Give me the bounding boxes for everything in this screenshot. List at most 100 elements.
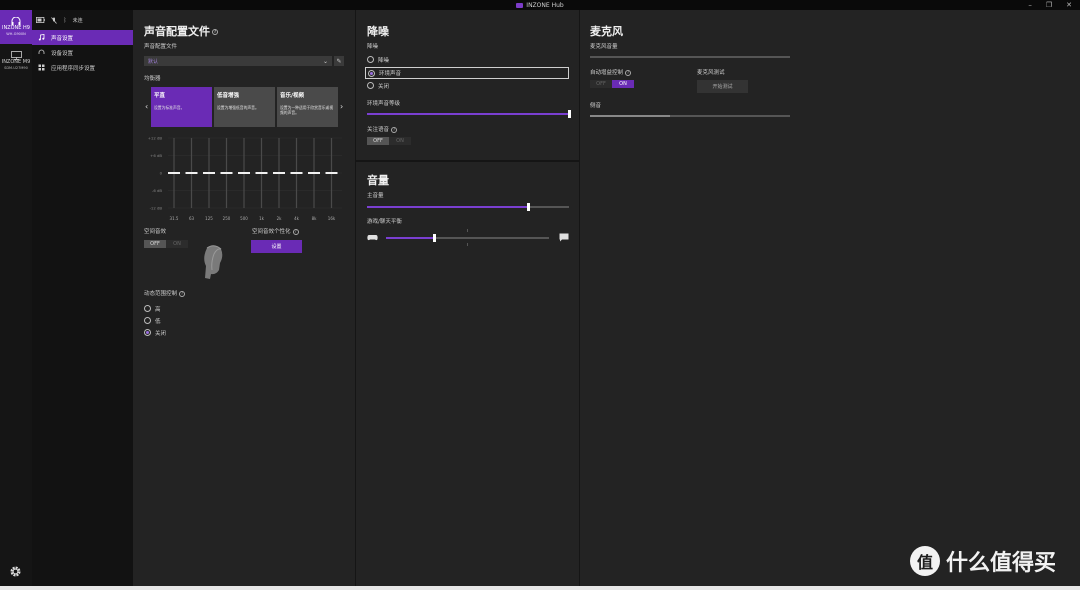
eq-freq-label: 63 — [189, 216, 195, 221]
slider-knob[interactable] — [567, 110, 571, 118]
nc-option-off[interactable]: 关闭 — [367, 81, 389, 90]
eq-band-knob[interactable] — [325, 172, 338, 174]
drc-label-text: 动态范围控制 — [144, 291, 178, 297]
nc-option-nc[interactable]: 降噪 — [367, 55, 389, 64]
app-logo-icon — [516, 2, 524, 8]
pencil-icon: ✎ — [336, 57, 342, 65]
toggle-on: ON — [389, 137, 411, 145]
eq-db-label: -12 dB — [150, 206, 163, 211]
toggle-off: OFF — [144, 240, 166, 248]
nav-device-settings[interactable]: 设备设置 — [32, 45, 133, 60]
radio-label: 低 — [155, 318, 161, 325]
section-divider — [356, 160, 579, 162]
mic-title: 麦克风 — [590, 25, 623, 38]
drc-option-high[interactable]: 高 — [144, 304, 161, 313]
edit-profile-button[interactable]: ✎ — [334, 56, 344, 66]
eq-band-knob[interactable] — [308, 172, 320, 174]
preset-prev-button[interactable]: ‹ — [145, 102, 148, 111]
equalizer-graph: +12 dB +6 dB 0 -6 dB -12 dB 31.5 63 125 250 500 1k… — [148, 136, 342, 221]
eq-band-knob[interactable] — [168, 172, 180, 174]
preset-next-button[interactable]: › — [340, 102, 343, 111]
nc-option-ambient[interactable]: 环境声音 — [365, 67, 569, 79]
help-icon[interactable]: ? — [625, 69, 632, 76]
mic-volume-slider[interactable] — [590, 56, 790, 58]
help-icon[interactable]: ? — [212, 29, 218, 35]
focus-voice-toggle[interactable]: OFF ON — [367, 137, 411, 145]
help-icon[interactable]: ? — [292, 228, 299, 235]
preset-music-video[interactable]: 音乐/视频 设置为一种适用于欣赏音乐或视频的声音。 — [277, 87, 338, 127]
nav-app-sync-settings[interactable]: 应用程序同步设置 — [32, 60, 133, 75]
drc-label: 动态范围控制? — [144, 289, 186, 297]
help-icon[interactable]: ? — [391, 126, 398, 133]
eq-db-label: +12 dB — [148, 136, 163, 141]
auto-gain-toggle[interactable]: OFF ON — [590, 80, 634, 88]
auto-gain-text: 自动增益控制 — [590, 70, 624, 76]
auto-gain-label: 自动增益控制? — [590, 68, 632, 76]
device-bar: INZONE H9 WH-G900N INZONE M9 SDM-U27M90 — [0, 10, 32, 586]
profile-label: 声音配置文件 — [144, 44, 178, 50]
radio-dot — [144, 317, 151, 324]
nav-sound-settings[interactable]: 声音设置 — [32, 30, 133, 45]
minimize-button[interactable]: – — [1028, 1, 1032, 9]
balance-label: 游戏/聊天平衡 — [367, 219, 402, 225]
nc-title: 降噪 — [367, 25, 389, 38]
eq-band-knob[interactable] — [185, 172, 198, 174]
eq-band-knob[interactable] — [203, 172, 215, 174]
preset-title: 平直 — [154, 93, 166, 99]
help-icon[interactable]: ? — [179, 290, 186, 297]
profile-value: 默认 — [148, 58, 159, 65]
slider-fill — [367, 113, 569, 115]
eq-freq-label: 16k — [328, 216, 336, 221]
profile-dropdown[interactable]: 默认 ⌄ — [144, 56, 332, 66]
preset-desc: 设置为一种适用于欣赏音乐或视频的声音。 — [280, 105, 334, 115]
radio-label: 高 — [155, 306, 161, 313]
preset-flat[interactable]: 平直 设置为标准声音。 — [151, 87, 212, 127]
eq-band-knob[interactable] — [220, 172, 233, 174]
start-test-button[interactable]: 开始测试 — [697, 80, 748, 93]
preset-bass-boost[interactable]: 低音增强 设置为增强低音的声音。 — [214, 87, 275, 127]
close-button[interactable]: ✕ — [1066, 1, 1072, 9]
status-text: 未连 — [72, 17, 83, 24]
sound-profile-title: 声音配置文件? — [144, 23, 218, 39]
eq-band-knob[interactable] — [238, 172, 250, 174]
eq-band-knob[interactable] — [290, 172, 303, 174]
microphone-panel: 麦克风 麦克风音量 自动增益控制? OFF ON 麦克风测试 开始测试 侧音 — [579, 10, 1080, 586]
master-volume-slider[interactable] — [367, 203, 569, 211]
battery-icon — [36, 17, 45, 23]
sidetone-slider[interactable] — [590, 112, 790, 120]
nc-mode-label: 降噪 — [367, 44, 379, 50]
drc-option-off[interactable]: 关闭 — [144, 328, 166, 337]
device-monitor[interactable]: INZONE M9 SDM-U27M90 — [0, 44, 32, 78]
bluetooth-icon: ᛒ — [63, 16, 67, 24]
toggle-off: OFF — [590, 80, 612, 88]
eq-band-knob[interactable] — [255, 172, 268, 174]
mic-muted-icon — [51, 16, 57, 24]
radio-dot — [367, 56, 374, 63]
radio-dot — [367, 82, 374, 89]
eq-db-label: +6 dB — [150, 153, 162, 158]
slider-fill — [367, 206, 529, 208]
sync-icon — [38, 64, 45, 71]
eq-freq-label: 2k — [277, 216, 283, 221]
radio-dot — [144, 305, 151, 312]
eq-band-knob[interactable] — [273, 172, 285, 174]
preset-desc: 设置为增强低音的声音。 — [217, 105, 259, 110]
setup-button[interactable]: 设置 — [251, 240, 302, 253]
drc-option-low[interactable]: 低 — [144, 316, 161, 325]
device-sub: WH-G900N — [6, 31, 26, 36]
toggle-on: ON — [612, 80, 634, 88]
slider-knob[interactable] — [433, 234, 437, 242]
radio-dot — [368, 69, 375, 77]
device-sub: SDM-U27M90 — [4, 65, 28, 70]
spatial-toggle[interactable]: OFF ON — [144, 240, 188, 248]
preset-title: 音乐/视频 — [280, 93, 305, 99]
slider-knob[interactable] — [527, 203, 531, 211]
gear-icon[interactable] — [9, 565, 22, 578]
radio-label: 关闭 — [155, 330, 167, 337]
device-headset[interactable]: INZONE H9 WH-G900N — [0, 10, 32, 44]
balance-slider[interactable] — [386, 234, 549, 242]
chat-icon — [559, 233, 569, 242]
maximize-button[interactable]: ❐ — [1046, 1, 1052, 9]
headphones-icon — [38, 49, 45, 54]
ambient-level-slider[interactable] — [367, 110, 571, 118]
